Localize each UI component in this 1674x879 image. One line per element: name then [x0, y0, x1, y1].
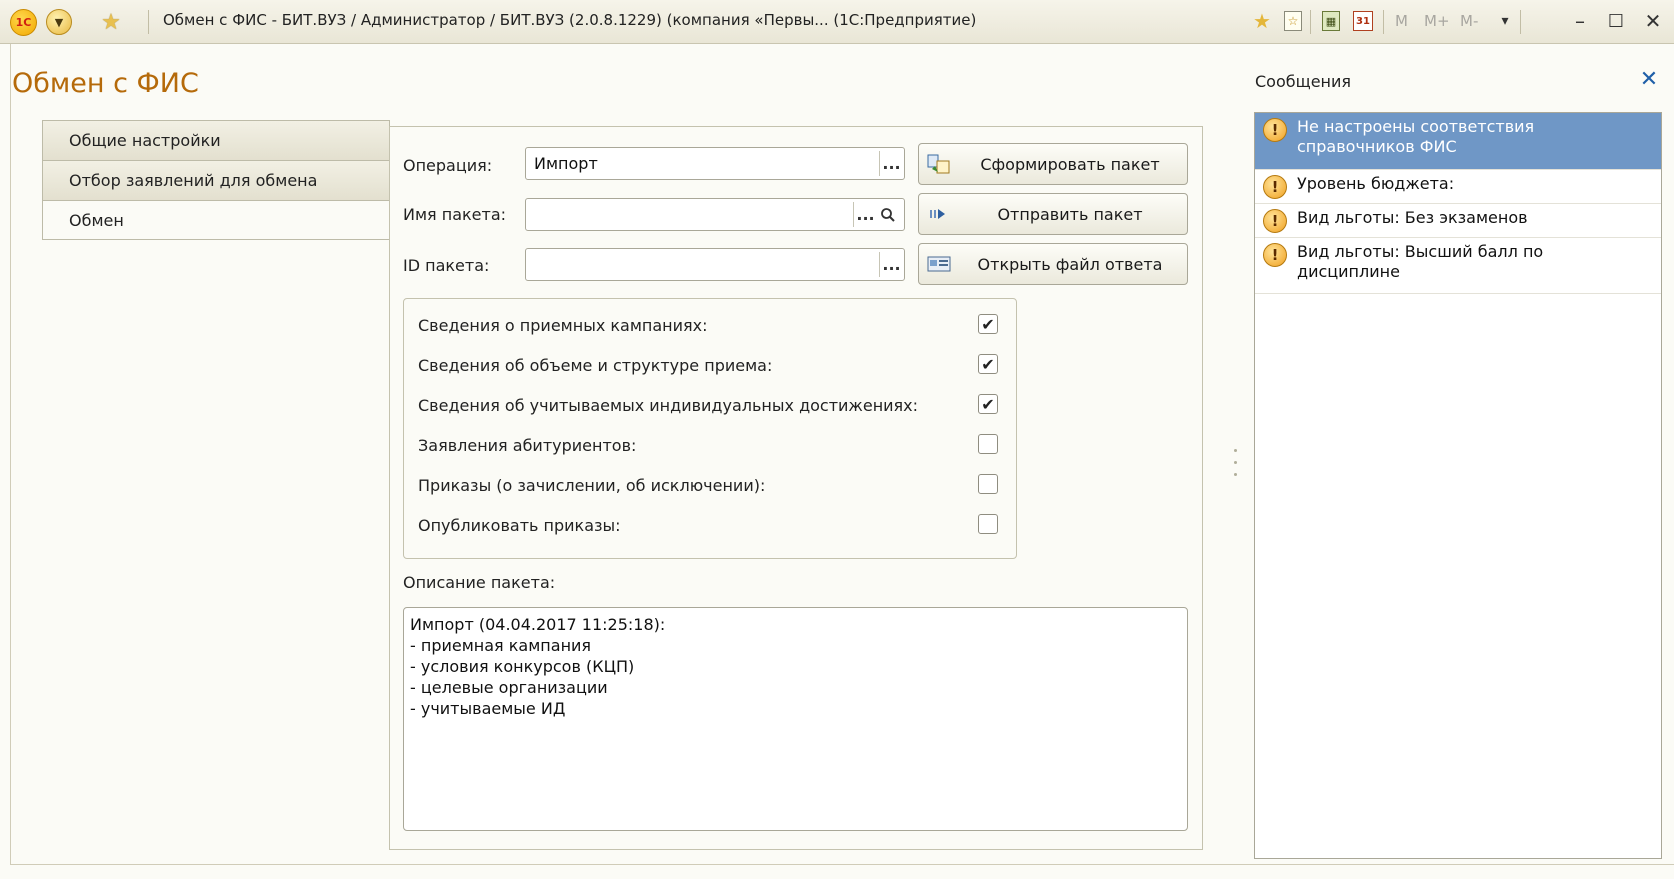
package-id-field[interactable]: ... — [525, 248, 905, 281]
check-label: Сведения об учитываемых индивидуальных д… — [418, 396, 919, 415]
minimize-icon[interactable]: – — [1567, 8, 1593, 34]
check-label: Сведения о приемных кампаниях: — [418, 316, 708, 335]
tab-general-settings[interactable]: Общие настройки — [42, 120, 390, 160]
package-name-select-button[interactable]: ... — [853, 202, 877, 227]
memory-minus-button[interactable]: M- — [1460, 12, 1478, 30]
form-border — [10, 864, 1674, 865]
window-titlebar: 1С ▼ ★ Обмен с ФИС - БИТ.ВУЗ / Администр… — [0, 0, 1674, 44]
check-row-admission-volume: Сведения об объеме и структуре приема: ✔ — [418, 352, 998, 380]
checkbox-applications[interactable] — [978, 434, 998, 454]
description-label: Описание пакета: — [403, 573, 556, 592]
open-response-file-button[interactable]: Открыть файл ответа — [918, 243, 1188, 285]
memory-plus-button[interactable]: M+ — [1424, 12, 1450, 30]
form-tabs: Общие настройки Отбор заявлений для обме… — [42, 120, 390, 240]
package-name-label: Имя пакета: — [403, 205, 507, 224]
titlebar-separator — [1520, 10, 1521, 34]
message-text: Не настроены соответствия справочников Ф… — [1297, 117, 1535, 156]
check-label: Опубликовать приказы: — [418, 516, 621, 535]
tab-exchange[interactable]: Обмен — [42, 200, 390, 240]
check-row-publish-orders: Опубликовать приказы: — [418, 512, 998, 540]
send-package-label: Отправить пакет — [997, 204, 1143, 224]
build-package-icon — [919, 153, 959, 175]
warning-icon: ! — [1263, 118, 1287, 142]
open-file-icon — [919, 255, 959, 273]
calendar-icon[interactable]: 31 — [1351, 9, 1375, 33]
favorite-star-icon[interactable]: ★ — [96, 9, 126, 35]
data-sections-group: Сведения о приемных кампаниях: ✔ Сведени… — [403, 298, 1017, 559]
titlebar-separator — [1310, 10, 1311, 34]
form-border — [10, 44, 11, 864]
maximize-icon[interactable]: ☐ — [1603, 8, 1629, 34]
check-label: Заявления абитуриентов: — [418, 436, 637, 455]
operation-value: Импорт — [534, 154, 598, 173]
check-label: Приказы (о зачислении, об исключении): — [418, 476, 766, 495]
close-icon[interactable]: ✕ — [1640, 8, 1666, 34]
tab-applications-filter[interactable]: Отбор заявлений для обмена — [42, 160, 390, 200]
search-icon[interactable] — [877, 202, 899, 227]
check-row-achievements: Сведения об учитываемых индивидуальных д… — [418, 392, 998, 420]
message-item[interactable]: ! Вид льготы: Без экзаменов — [1255, 204, 1661, 238]
checkbox-admission-volume[interactable]: ✔ — [978, 354, 998, 374]
form-title: Обмен с ФИС — [12, 68, 199, 99]
checkbox-achievements[interactable]: ✔ — [978, 394, 998, 414]
build-package-label: Сформировать пакет — [980, 154, 1160, 174]
memory-m-button[interactable]: M — [1395, 12, 1408, 30]
titlebar-separator — [148, 10, 149, 34]
warning-icon: ! — [1263, 243, 1287, 267]
operation-label: Операция: — [403, 156, 493, 175]
description-line: - условия конкурсов (КЦП) — [410, 657, 635, 676]
checkbox-publish-orders[interactable] — [978, 514, 998, 534]
description-line: - приемная кампания — [410, 636, 592, 655]
operation-field[interactable]: Импорт ... — [525, 147, 905, 180]
send-package-button[interactable]: Отправить пакет — [918, 193, 1188, 235]
open-response-file-label: Открыть файл ответа — [977, 254, 1163, 274]
check-row-campaigns: Сведения о приемных кампаниях: ✔ — [418, 312, 998, 340]
message-text: Вид льготы: Без экзаменов — [1297, 208, 1528, 227]
message-item[interactable]: ! Уровень бюджета: — [1255, 170, 1661, 204]
window-menu-dropdown-icon[interactable]: ▾ — [1492, 8, 1518, 34]
checkbox-orders[interactable] — [978, 474, 998, 494]
message-item[interactable]: ! Не настроены соответствия справочников… — [1255, 113, 1661, 170]
build-package-button[interactable]: Сформировать пакет — [918, 143, 1188, 185]
description-line: - целевые организации — [410, 678, 608, 697]
check-label: Сведения об объеме и структуре приема: — [418, 356, 773, 375]
description-textarea[interactable]: Импорт (04.04.2017 11:25:18): - приемная… — [403, 607, 1188, 831]
message-text: Вид льготы: Высший балл по дисциплине — [1297, 242, 1544, 281]
main-menu-icon[interactable]: ▼ — [46, 9, 72, 35]
panel-splitter-handle[interactable] — [1232, 440, 1240, 490]
close-messages-icon[interactable]: ✕ — [1636, 66, 1662, 92]
messages-list: ! Не настроены соответствия справочников… — [1254, 112, 1662, 859]
description-line: - учитываемые ИД — [410, 699, 566, 718]
check-row-applications: Заявления абитуриентов: — [418, 432, 998, 460]
warning-icon: ! — [1263, 209, 1287, 233]
package-id-label: ID пакета: — [403, 256, 490, 275]
check-row-orders: Приказы (о зачислении, об исключении): — [418, 472, 998, 500]
package-name-field[interactable]: ... — [525, 198, 905, 231]
message-text: Уровень бюджета: — [1297, 174, 1455, 193]
operation-select-button[interactable]: ... — [879, 151, 903, 176]
messages-title: Сообщения — [1255, 72, 1352, 91]
history-icon[interactable]: ☆ — [1281, 9, 1305, 33]
checkbox-campaigns[interactable]: ✔ — [978, 314, 998, 334]
titlebar-separator — [1383, 10, 1384, 34]
calculator-icon[interactable]: ▦ — [1319, 9, 1343, 33]
1c-logo-icon[interactable]: 1С — [10, 9, 37, 36]
message-item[interactable]: ! Вид льготы: Высший балл по дисциплине — [1255, 238, 1661, 294]
window-title: Обмен с ФИС - БИТ.ВУЗ / Администратор / … — [163, 11, 977, 29]
description-line: Импорт (04.04.2017 11:25:18): — [410, 615, 666, 634]
package-id-select-button[interactable]: ... — [879, 252, 903, 277]
favorites-icon[interactable]: ★ — [1250, 9, 1274, 33]
send-icon — [919, 207, 959, 221]
warning-icon: ! — [1263, 175, 1287, 199]
